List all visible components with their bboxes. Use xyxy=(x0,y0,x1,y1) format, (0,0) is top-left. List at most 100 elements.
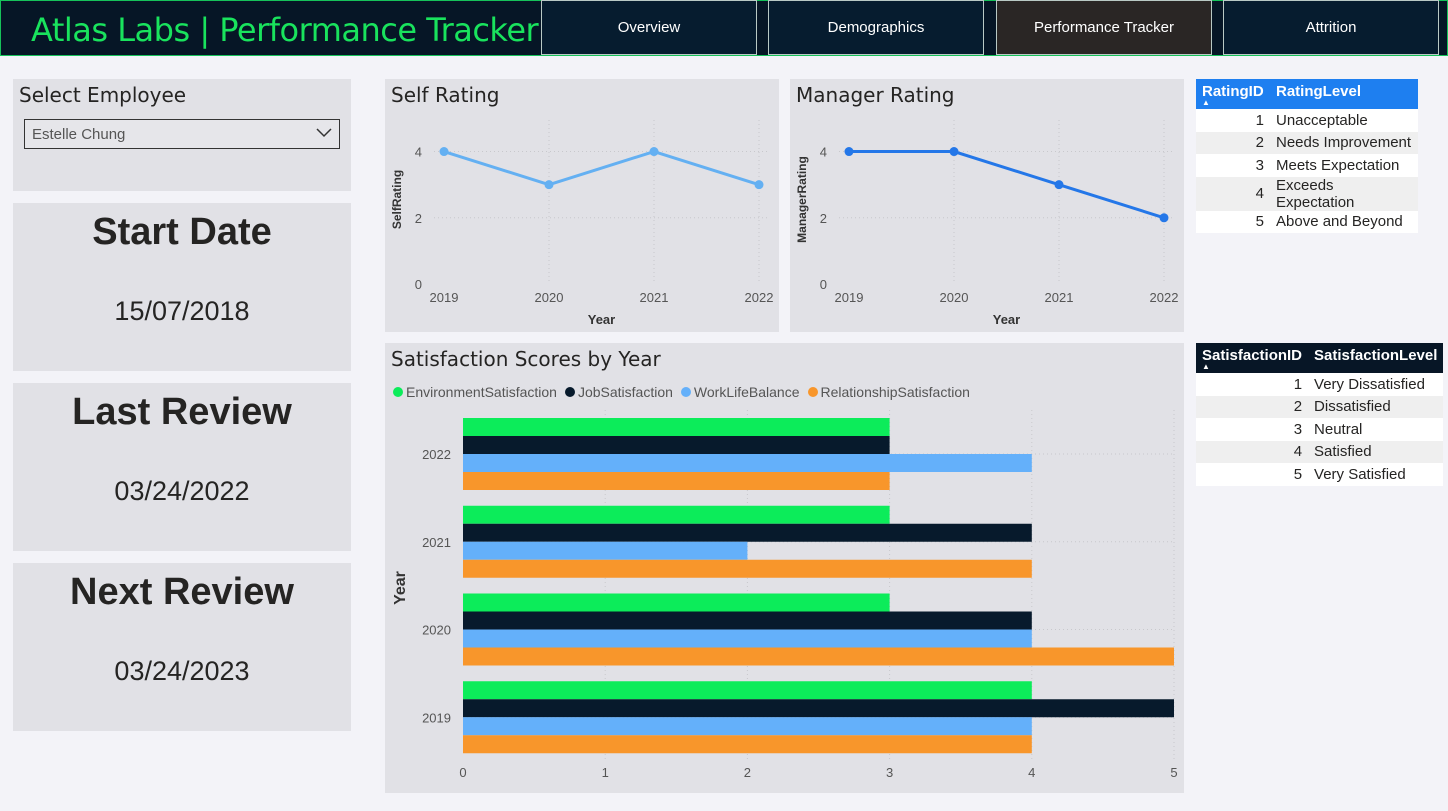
satisfaction-level-cell: Satisfied xyxy=(1308,440,1444,463)
x-axis-label: Year xyxy=(588,312,615,327)
y-tick-label: 4 xyxy=(820,145,827,160)
bar xyxy=(463,505,890,524)
table-row: 5 Very Satisfied xyxy=(1196,463,1443,486)
rating-id-cell: 2 xyxy=(1196,131,1270,154)
manager-rating-chart: Manager Rating 0 2 4 2019 2020 2021 2022 Year Ma… xyxy=(790,79,1184,332)
nav-performance-tracker-button[interactable]: Performance Tracker xyxy=(996,0,1212,55)
x-tick-label: 1 xyxy=(602,765,609,780)
y-tick-label: 2021 xyxy=(422,535,451,550)
app-title: Atlas Labs | Performance Tracker xyxy=(31,11,539,49)
chevron-down-icon[interactable] xyxy=(315,122,333,146)
x-tick-label: 0 xyxy=(459,765,466,780)
x-tick-label: 2021 xyxy=(1045,290,1074,305)
bar xyxy=(463,593,890,612)
last-review-label: Last Review xyxy=(72,391,292,433)
rating-level-header[interactable]: RatingLevel xyxy=(1270,79,1418,109)
table-row: 3 Meets Expectation xyxy=(1196,154,1418,177)
y-tick-label: 0 xyxy=(415,277,422,292)
x-tick-label: 4 xyxy=(1028,765,1035,780)
bar xyxy=(463,735,1032,754)
bar xyxy=(463,681,1032,700)
satisfaction-level-cell: Dissatisfied xyxy=(1308,395,1444,418)
bar xyxy=(463,559,1032,578)
y-axis-label: Year xyxy=(392,571,409,605)
data-point xyxy=(649,147,659,157)
series-line xyxy=(849,150,1165,220)
next-review-value: 03/24/2023 xyxy=(114,656,250,686)
x-tick-label: 2 xyxy=(744,765,751,780)
data-point xyxy=(439,147,449,157)
sort-ascending-icon: ▲ xyxy=(1202,98,1210,107)
rating-level-cell: Meets Expectation xyxy=(1276,156,1400,174)
rating-id-cell: 3 xyxy=(1255,156,1264,174)
x-tick-label: 2020 xyxy=(535,290,564,305)
self-rating-chart: Self Rating 0 2 4 2019 2020 2021 2022 Year SelfR… xyxy=(385,79,779,332)
satisfaction-level-cell: Very Satisfied xyxy=(1314,465,1406,483)
y-tick-label: 2019 xyxy=(422,710,451,725)
bar xyxy=(463,454,1032,472)
x-axis-label: Year xyxy=(993,312,1020,327)
data-point xyxy=(754,180,764,190)
satisfaction-level-cell: Neutral xyxy=(1314,420,1363,438)
next-review-label: Next Review xyxy=(70,571,294,613)
y-axis-label: ManagerRating xyxy=(795,156,809,243)
rating-id-header[interactable]: RatingID ▲ xyxy=(1196,79,1270,109)
rating-id-cell: 5 xyxy=(1255,213,1264,231)
bar xyxy=(463,699,1174,718)
start-date-label: Start Date xyxy=(92,211,272,253)
satisfaction-table: SatisfactionID ▲ SatisfactionLevel 1 Very … xyxy=(1196,343,1444,486)
y-tick-label: 2020 xyxy=(422,623,451,638)
y-axis-label: SelfRating xyxy=(390,170,404,229)
rating-level-cell: Exceeds Expectation xyxy=(1270,176,1418,211)
manager-rating-plot: 0 2 4 2019 2020 2021 2022 Year ManagerRating xyxy=(795,120,1178,327)
bar xyxy=(463,436,890,454)
sort-ascending-icon: ▲ xyxy=(1202,362,1210,371)
x-tick-label: 3 xyxy=(886,765,893,780)
rating-level-cell: Unacceptable xyxy=(1276,111,1368,129)
start-date-card: Start Date 15/07/2018 xyxy=(13,203,351,371)
satisfaction-id-cell: 1 xyxy=(1293,375,1303,393)
bar xyxy=(463,717,1032,736)
y-tick-label: 2022 xyxy=(422,447,451,462)
x-tick-label: 2019 xyxy=(835,290,864,305)
rating-level-cell: Needs Improvement xyxy=(1270,131,1418,154)
satisfaction-id-cell: 3 xyxy=(1293,420,1303,438)
y-tick-label: 2 xyxy=(820,211,827,226)
rating-table: RatingID ▲ RatingLevel 1 Unacceptable 2 Nee… xyxy=(1196,79,1418,233)
series-line xyxy=(443,149,760,187)
nav-demographics-button[interactable]: Demographics xyxy=(768,0,984,55)
data-point xyxy=(1054,180,1064,190)
y-tick-label: 2 xyxy=(415,211,422,226)
nav-attrition-button[interactable]: Attrition xyxy=(1223,0,1439,55)
table-row: 2 Needs Improvement xyxy=(1196,131,1418,154)
x-tick-label: 2021 xyxy=(640,290,669,305)
self-rating-plot: 0 2 4 2019 2020 2021 2022 Year SelfRating xyxy=(390,120,773,327)
satisfaction-id-header[interactable]: SatisfactionID ▲ xyxy=(1196,343,1308,373)
employee-slicer: Select Employee Estelle Chung xyxy=(13,79,351,191)
x-tick-label: 5 xyxy=(1170,765,1177,780)
bar xyxy=(463,541,748,560)
data-point xyxy=(949,147,959,157)
employee-dropdown[interactable]: Estelle Chung xyxy=(24,119,340,149)
start-date-value: 15/07/2018 xyxy=(114,296,250,326)
x-tick-label: 2020 xyxy=(940,290,969,305)
table-row: 5 Above and Beyond xyxy=(1196,211,1418,234)
satisfaction-level-header[interactable]: SatisfactionLevel xyxy=(1308,343,1443,373)
satisfaction-id-cell: 5 xyxy=(1293,465,1303,483)
y-tick-label: 4 xyxy=(415,145,422,160)
satisfaction-level-cell: Very Dissatisfied xyxy=(1314,375,1425,393)
table-row: 1 Very Dissatisfied xyxy=(1196,373,1443,396)
satisfaction-chart: Satisfaction Scores by Year EnvironmentS… xyxy=(385,343,1184,793)
rating-id-cell: 4 xyxy=(1196,176,1270,211)
bar xyxy=(463,647,1174,666)
data-point xyxy=(844,147,854,157)
satisfaction-id-cell: 4 xyxy=(1196,440,1309,463)
next-review-card: Next Review 03/24/2023 xyxy=(13,563,351,731)
table-row: 4 Exceeds Expectation xyxy=(1196,176,1418,211)
bar xyxy=(463,418,890,436)
nav-overview-button[interactable]: Overview xyxy=(541,0,757,55)
rating-level-cell: Above and Beyond xyxy=(1276,213,1403,231)
satisfaction-id-cell: 2 xyxy=(1196,395,1309,418)
bar xyxy=(463,629,1032,648)
data-point xyxy=(544,180,554,190)
